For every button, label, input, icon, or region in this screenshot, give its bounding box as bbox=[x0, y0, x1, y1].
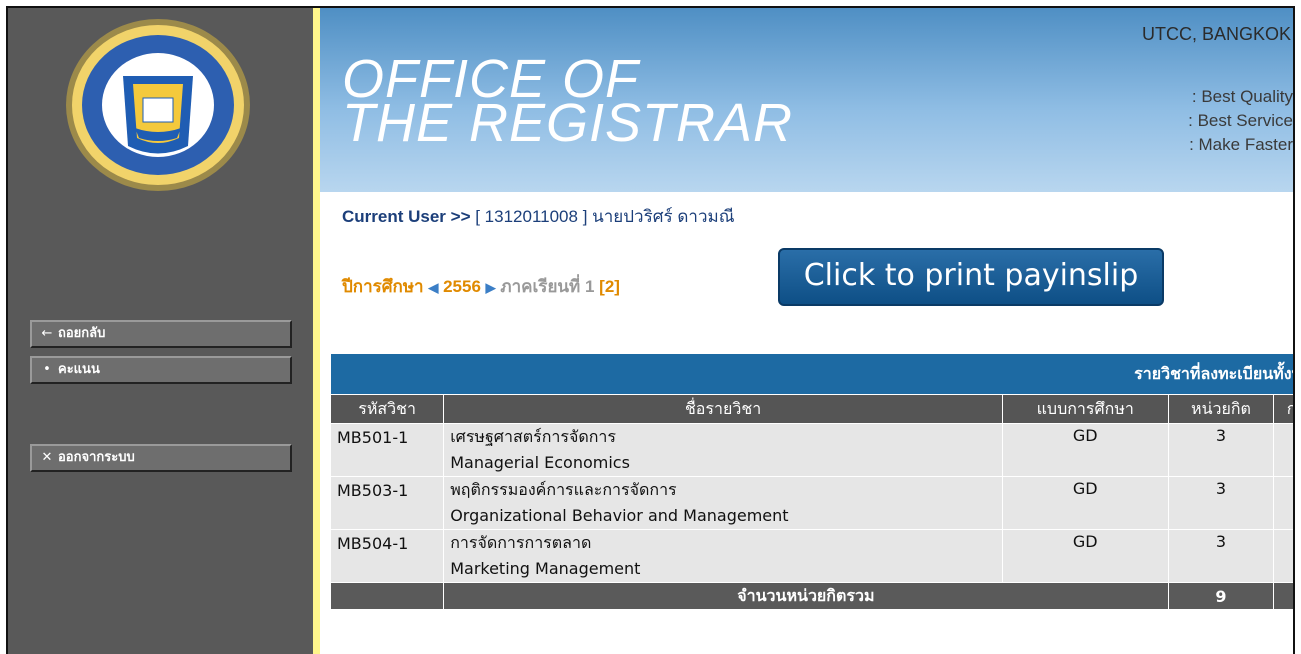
arrow-left-icon: ← bbox=[41, 326, 53, 341]
print-payinslip-button[interactable]: Click to print payinslip bbox=[778, 248, 1164, 306]
course-mode: GD bbox=[1001, 476, 1169, 530]
course-name: การจัดการการตลาด Marketing Management bbox=[443, 529, 1003, 583]
total-credits-label: จำนวนหน่วยกิตรวม bbox=[443, 582, 1169, 610]
course-name-en: Managerial Economics bbox=[450, 453, 630, 472]
course-credits: 3 bbox=[1167, 476, 1275, 530]
current-user: Current User >> [ 1312011008 ] นายปวริศร… bbox=[342, 203, 734, 230]
course-mode: GD bbox=[1001, 423, 1169, 477]
table-row: MB503-1 พฤติกรรมองค์การและการจัดการ Organ… bbox=[329, 476, 1293, 530]
col-header-group: กลุ่ม bbox=[1273, 394, 1293, 424]
course-code: MB501-1 bbox=[329, 423, 445, 477]
total-credits-value: 9 bbox=[1167, 582, 1275, 610]
course-name: พฤติกรรมองค์การและการจัดการ Organizationa… bbox=[443, 476, 1003, 530]
col-header-mode: แบบการศึกษา bbox=[1001, 394, 1169, 424]
table-footer: จำนวนหน่วยกิตรวม 9 bbox=[329, 582, 1293, 610]
course-mode: GD bbox=[1001, 529, 1169, 583]
grades-button-label: คะแนน bbox=[58, 362, 100, 377]
course-name-th: เศรษฐศาสตร์การจัดการ bbox=[450, 427, 616, 446]
back-button-label: ถอยกลับ bbox=[58, 326, 106, 341]
page-frame: ← ถอยกลับ • คะแนน ✕ ออกจากระบบ OFFICE OF TH… bbox=[6, 6, 1295, 654]
sidebar: ← ถอยกลับ • คะแนน ✕ ออกจากระบบ bbox=[8, 8, 313, 654]
tagline-quality: : Best Quality bbox=[1191, 87, 1293, 106]
course-group: 1 bbox=[1273, 476, 1293, 530]
course-credits: 3 bbox=[1167, 423, 1275, 477]
registered-courses-table: รายวิชาที่ลงทะเบียนทั้งหมด รหัสวิชา ชื่อ… bbox=[329, 353, 1293, 610]
logout-button-label: ออกจากระบบ bbox=[58, 450, 135, 465]
course-name-en: Organizational Behavior and Management bbox=[450, 506, 789, 525]
course-name-en: Marketing Management bbox=[450, 559, 641, 578]
course-name-th: พฤติกรรมองค์การและการจัดการ bbox=[450, 480, 677, 499]
banner-title-line2: THE REGISTRAR bbox=[342, 93, 794, 153]
year-label: ปีการศึกษา bbox=[342, 277, 424, 296]
grades-button[interactable]: • คะแนน bbox=[30, 356, 292, 384]
semester-2-link[interactable]: [2] bbox=[599, 277, 620, 296]
logout-button[interactable]: ✕ ออกจากระบบ bbox=[30, 444, 292, 472]
footer-blank-cell bbox=[329, 582, 445, 610]
footer-blank-cell bbox=[1273, 582, 1293, 610]
table-row: MB501-1 เศรษฐศาสตร์การจัดการ Managerial E… bbox=[329, 423, 1293, 477]
semester-current: 1 bbox=[584, 277, 595, 296]
col-header-credits: หน่วยกิต bbox=[1167, 394, 1275, 424]
main-content: OFFICE OF THE REGISTRAR UTCC, BANGKOK : … bbox=[320, 8, 1293, 654]
org-name: UTCC, BANGKOK bbox=[1141, 24, 1291, 44]
close-icon: ✕ bbox=[41, 450, 53, 465]
current-user-label: Current User >> bbox=[342, 207, 471, 226]
course-name: เศรษฐศาสตร์การจัดการ Managerial Economics bbox=[443, 423, 1003, 477]
col-header-name: ชื่อรายวิชา bbox=[443, 394, 1003, 424]
bullet-icon: • bbox=[43, 362, 51, 377]
course-group: 1 bbox=[1273, 529, 1293, 583]
tagline-service: : Best Service bbox=[1188, 111, 1293, 130]
back-button[interactable]: ← ถอยกลับ bbox=[30, 320, 292, 348]
current-user-id: [ 1312011008 ] นายปวริศร์ ดาวมณี bbox=[475, 207, 735, 226]
course-name-th: การจัดการการตลาด bbox=[450, 533, 592, 552]
next-year-arrow-icon[interactable]: ▶ bbox=[486, 280, 496, 295]
table-title: รายวิชาที่ลงทะเบียนทั้งหมด bbox=[330, 353, 1293, 395]
year-value: 2556 bbox=[443, 277, 481, 296]
tagline-faster: : Make Faster bbox=[1189, 135, 1293, 154]
university-seal-logo bbox=[66, 19, 250, 191]
semester-label: ภาคเรียนที่ bbox=[500, 277, 581, 296]
course-group: 1 bbox=[1273, 423, 1293, 477]
header-banner: OFFICE OF THE REGISTRAR UTCC, BANGKOK : … bbox=[320, 8, 1293, 192]
course-code: MB503-1 bbox=[329, 476, 445, 530]
prev-year-arrow-icon[interactable]: ◀ bbox=[428, 280, 438, 295]
term-selector: ปีการศึกษา ◀ 2556 ▶ ภาคเรียนที่ 1 [2] bbox=[342, 273, 620, 300]
course-code: MB504-1 bbox=[329, 529, 445, 583]
col-header-code: รหัสวิชา bbox=[329, 394, 445, 424]
course-credits: 3 bbox=[1167, 529, 1275, 583]
divider-bar bbox=[313, 8, 320, 654]
table-row: MB504-1 การจัดการการตลาด Marketing Manage… bbox=[329, 529, 1293, 583]
